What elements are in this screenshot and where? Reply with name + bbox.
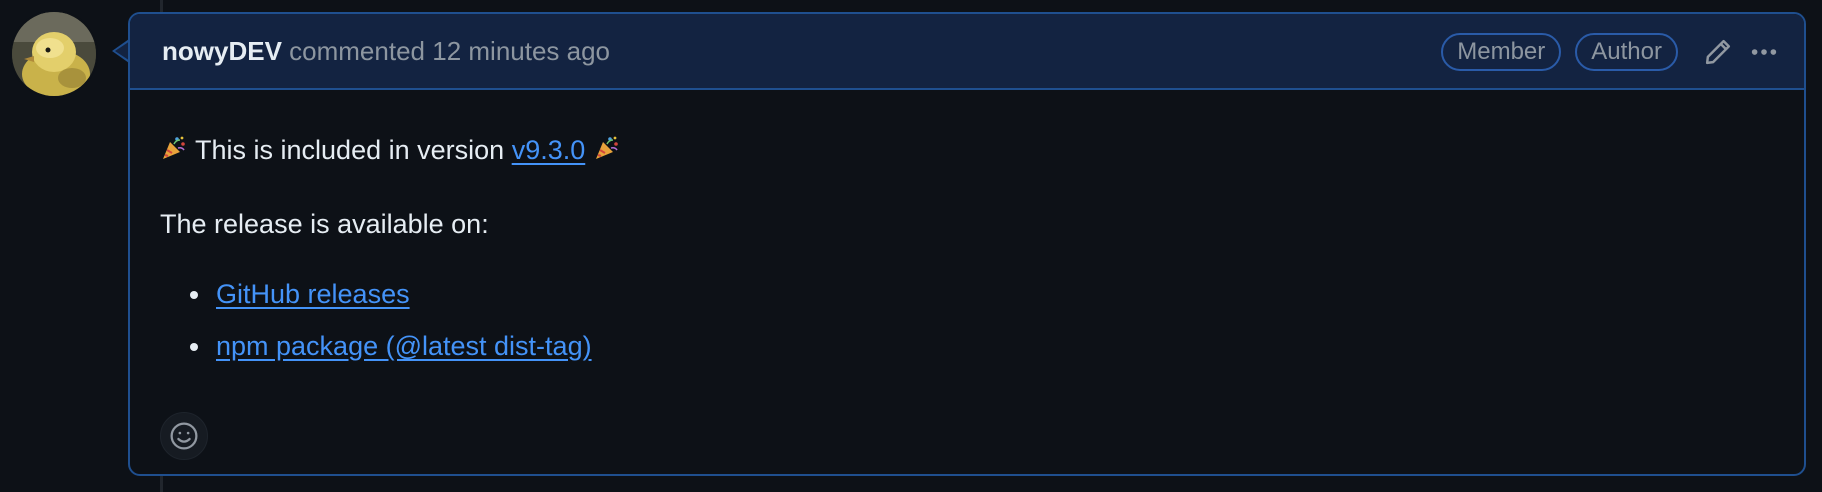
version-line-text: This is included in version [195, 135, 505, 165]
version-link[interactable]: v9.3.0 [512, 135, 586, 165]
pencil-icon[interactable] [1698, 32, 1738, 72]
version-line: This is included in version v9.3.0 [160, 132, 621, 168]
release-links-list: GitHub releases npm package (@latest dis… [160, 276, 592, 380]
list-item: GitHub releases [160, 276, 592, 328]
comment-box: nowyDEV commented 12 minutes ago Member … [128, 12, 1806, 476]
kebab-horizontal-icon[interactable] [1744, 32, 1784, 72]
member-badge: Member [1441, 33, 1562, 71]
bullet [190, 291, 198, 299]
comment-header: nowyDEV commented 12 minutes ago Member … [130, 14, 1804, 90]
list-item: npm package (@latest dist-tag) [160, 328, 592, 380]
bullet [190, 343, 198, 351]
release-availability-text: The release is available on: [160, 209, 489, 239]
party-popper-icon [593, 134, 621, 162]
party-popper-icon [160, 134, 188, 162]
duckling-avatar-image [12, 12, 96, 96]
smiley-icon [170, 422, 198, 450]
avatar[interactable] [12, 12, 96, 96]
add-reaction-button[interactable] [160, 412, 208, 460]
comment-badges: Member Author [1441, 32, 1784, 72]
github-releases-link[interactable]: GitHub releases [216, 279, 410, 309]
comment-timeline-page: nowyDEV commented 12 minutes ago Member … [0, 0, 1822, 492]
comment-meta: nowyDEV commented 12 minutes ago [162, 36, 610, 66]
author-badge: Author [1575, 33, 1678, 71]
comment-action: commented [289, 36, 425, 66]
npm-package-link[interactable]: npm package (@latest dist-tag) [216, 331, 592, 361]
author-link[interactable]: nowyDEV [162, 36, 282, 66]
comment-timestamp[interactable]: 12 minutes ago [432, 36, 610, 66]
